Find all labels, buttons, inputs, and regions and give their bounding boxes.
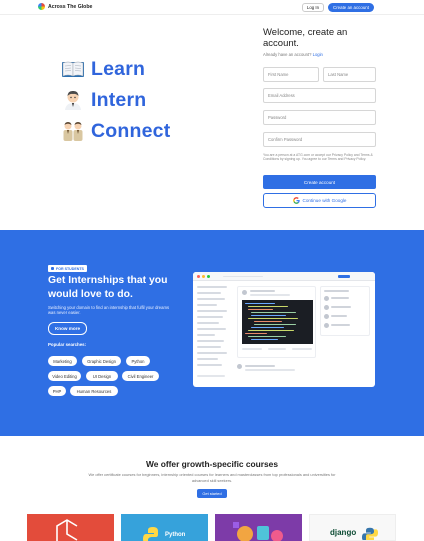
hero-item-intern: Intern: [60, 85, 170, 115]
hero-item-learn: Learn: [60, 54, 170, 84]
brand-name: Across The Globe: [48, 3, 93, 10]
internship-title: Get Internships that you would love to d…: [48, 275, 168, 300]
laravel-icon: [56, 519, 78, 541]
chip-human-resources[interactable]: Human Resources: [70, 386, 118, 396]
window-dot: [202, 275, 205, 278]
course-card-laravel[interactable]: [27, 514, 114, 541]
brand-logo[interactable]: Across The Globe: [38, 3, 92, 10]
login-link[interactable]: Login: [313, 52, 323, 57]
chip-marketing[interactable]: Marketing: [48, 356, 77, 366]
window-dot: [197, 275, 200, 278]
internship-description: Switching your domain to find an interns…: [48, 305, 170, 316]
hero-list: Learn Intern Connect: [60, 54, 170, 147]
top-header: Across The Globe Log In Create an accoun…: [0, 0, 424, 15]
chip-python[interactable]: Python: [126, 356, 150, 366]
first-name-field[interactable]: First Name: [263, 67, 319, 82]
course-card-python[interactable]: Python: [121, 514, 208, 541]
preview-search: [223, 275, 263, 278]
globe-icon: [38, 3, 45, 10]
course-label-django: django: [330, 528, 357, 537]
creative-illustration-icon: [233, 522, 283, 541]
students-icon: [51, 267, 54, 270]
python-icon: [362, 527, 378, 540]
popular-searches-label: Popular searches:: [48, 342, 87, 347]
hero-word-learn: Learn: [91, 57, 146, 80]
python-icon: [143, 527, 158, 541]
preview-post: [237, 286, 316, 358]
get-started-button[interactable]: Get started: [197, 489, 227, 498]
google-icon: [292, 197, 300, 204]
password-field[interactable]: Password: [263, 110, 376, 125]
chip-php[interactable]: PHP: [48, 386, 66, 396]
book-icon: [60, 58, 86, 80]
preview-button: [338, 275, 350, 278]
create-account-header-button[interactable]: Create an account: [328, 3, 374, 12]
chip-civil-engineer[interactable]: Civil Engineer: [122, 371, 159, 381]
confirm-password-field[interactable]: Confirm Password: [263, 132, 376, 147]
people-icon: [60, 120, 86, 142]
student-icon: [60, 89, 86, 111]
already-account-label: Already have an account?: [263, 52, 312, 57]
badge-label: FOR STUDENTS: [56, 266, 84, 271]
last-name-field[interactable]: Last Name: [323, 67, 376, 82]
for-students-badge: FOR STUDENTS: [48, 265, 87, 272]
chip-graphic-design[interactable]: Graphic Design: [82, 356, 121, 366]
courses-description: We offer certificate courses for beginne…: [88, 472, 336, 483]
login-button[interactable]: Log In: [302, 3, 324, 12]
signup-title: Welcome, create an account.: [263, 27, 348, 49]
chip-video-editing[interactable]: Video Editing: [48, 371, 81, 381]
terms-text: You are a person at a ATG.com or accept …: [263, 153, 373, 162]
preview-sidebar: [197, 286, 231, 370]
course-card-django[interactable]: django: [309, 514, 396, 541]
already-account-text: Already have an account? Login: [263, 52, 323, 57]
create-account-button[interactable]: Create account: [263, 175, 376, 189]
courses-title: We offer growth-specific courses: [145, 459, 278, 469]
preview-suggestions: [320, 286, 370, 336]
chip-ui-design[interactable]: UI Design: [86, 371, 118, 381]
know-more-button[interactable]: Know more: [48, 322, 87, 335]
google-button-label: Continue with Google: [302, 198, 347, 203]
app-preview-image: [193, 272, 375, 387]
course-label-python: Python: [165, 532, 186, 538]
email-field[interactable]: Email Address: [263, 88, 376, 103]
code-screenshot-image: [242, 300, 313, 344]
preview-topbar: [193, 272, 375, 281]
window-dot: [207, 275, 210, 278]
hero-word-intern: Intern: [91, 88, 147, 111]
hero-word-connect: Connect: [91, 119, 171, 142]
hero-item-connect: Connect: [60, 116, 170, 146]
google-signin-button[interactable]: Continue with Google: [263, 193, 376, 208]
course-card-illustration[interactable]: [215, 514, 302, 541]
